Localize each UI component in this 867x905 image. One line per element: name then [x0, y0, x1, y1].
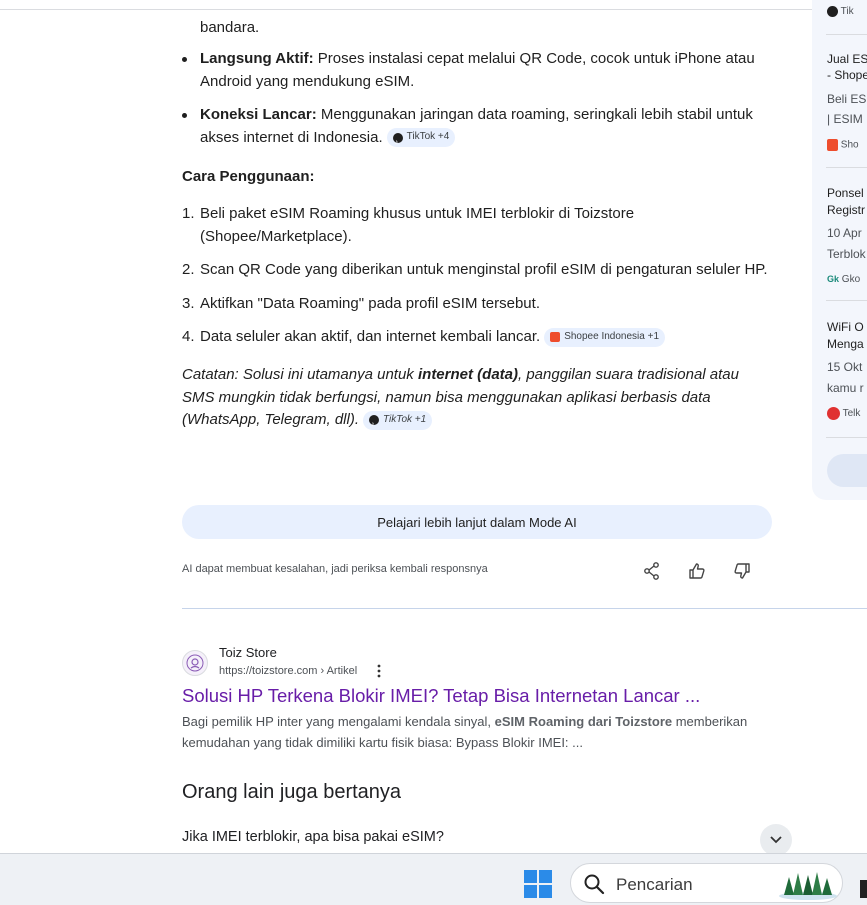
list-item: 1. Beli paket eSIM Roaming khusus untuk I…	[182, 203, 782, 248]
snippet-prefix: Bagi pemilik HP inter yang mengalami ken…	[182, 714, 495, 729]
card-snippet: Beli ES	[827, 92, 867, 106]
chip-label: Shopee Indonesia +1	[564, 330, 660, 342]
sources-panel: Tik Jual ES - Shope Beli ES | ESIM Sho P…	[812, 0, 867, 500]
list-item: 2. Scan QR Code yang diberikan untuk meng…	[182, 259, 782, 282]
source-chip-tiktok[interactable]: TikTok +4	[386, 128, 456, 154]
card-title: Menga	[827, 337, 864, 351]
source-chip-shopee[interactable]: Shopee Indonesia +1	[544, 327, 666, 347]
shopee-icon	[827, 139, 838, 151]
source-label: Gk Gko	[827, 274, 860, 285]
source-label: Telk	[827, 407, 860, 420]
note-prefix: Catatan: Solusi ini utamanya untuk	[182, 366, 418, 383]
thumbs-down-icon[interactable]	[732, 561, 752, 581]
list-item: 4. Data seluler akan aktif, dan internet …	[182, 326, 782, 349]
taskbar: Pencarian	[0, 853, 867, 905]
result-snippet: Bagi pemilik HP inter yang mengalami ken…	[182, 711, 772, 753]
bullet-bold: Koneksi Lancar:	[200, 106, 317, 123]
source-name: Sho	[840, 139, 859, 151]
telkomsel-icon	[827, 407, 840, 420]
card-divider	[826, 34, 867, 35]
expand-button[interactable]	[760, 824, 792, 856]
card-snippet: 15 Okt	[827, 360, 863, 374]
site-favicon[interactable]	[182, 650, 208, 676]
site-name[interactable]: Toiz Store	[219, 645, 277, 660]
card-title: Registr	[827, 203, 866, 217]
start-button[interactable]	[524, 870, 552, 898]
windows-logo-tile	[539, 885, 552, 898]
card-snippet: | ESIM	[827, 112, 863, 126]
windows-logo-tile	[524, 885, 537, 898]
ai-mode-button[interactable]: Pelajari lebih lanjut dalam Mode AI	[182, 505, 772, 539]
shopee-icon	[550, 332, 561, 343]
step-number: 1.	[182, 205, 195, 222]
snippet-bold: eSIM Roaming dari Toizstore	[494, 714, 673, 729]
site-url[interactable]: https://toizstore.com › Artikel	[219, 665, 357, 677]
taskbar-search[interactable]: Pencarian	[570, 863, 843, 903]
note-bold: internet (data)	[417, 366, 518, 383]
source-chip-tiktok[interactable]: TikTok +1	[363, 410, 433, 437]
cut-off-text: bandara.	[200, 19, 260, 36]
tiktok-icon	[369, 414, 380, 437]
section-divider	[182, 608, 867, 609]
step-text: Beli paket eSIM Roaming khusus untuk IME…	[200, 205, 635, 245]
windows-logo-tile	[539, 870, 552, 883]
thumbs-up-icon[interactable]	[687, 561, 707, 581]
source-name: Gko	[841, 274, 861, 285]
source-label: Sho	[827, 139, 859, 151]
paa-heading: Orang lain juga bertanya	[182, 781, 402, 803]
card-title: - Shope	[827, 68, 867, 82]
card-snippet: Terblok	[827, 247, 866, 261]
step-number: 2.	[182, 261, 195, 278]
share-icon[interactable]	[642, 561, 662, 581]
source-label: Tik	[827, 6, 854, 17]
top-edge	[0, 0, 867, 10]
step-text: Scan QR Code yang diberikan untuk mengin…	[200, 261, 768, 278]
section-title: Cara Penggunaan:	[182, 168, 315, 185]
gk-logo-icon: Gk	[827, 274, 840, 285]
search-icon	[584, 874, 605, 895]
ai-disclaimer: AI dapat membuat kesalahan, jadi periksa…	[182, 563, 488, 575]
result-title-link[interactable]: Solusi HP Terkena Blokir IMEI? Tetap Bis…	[182, 685, 700, 707]
step-text: Data seluler akan aktif, dan internet ke…	[200, 328, 541, 345]
card-title: Jual ES	[827, 52, 867, 66]
list-item: 3. Aktifkan "Data Roaming" pada profil eS…	[182, 293, 782, 316]
more-options-icon[interactable]	[374, 664, 384, 678]
list-item: Koneksi Lancar: Menggunakan jaringan dat…	[182, 104, 772, 154]
source-name: Telk	[842, 408, 861, 420]
note-text: Catatan: Solusi ini utamanya untuk inter…	[182, 364, 762, 437]
taskbar-app-icon[interactable]	[860, 880, 867, 898]
step-number: 4.	[182, 328, 195, 345]
step-number: 3.	[182, 294, 195, 312]
source-name: Tik	[840, 6, 854, 18]
card-divider	[826, 167, 867, 168]
forest-highlight-icon	[779, 872, 837, 900]
toiz-logo-icon	[186, 654, 204, 672]
card-snippet: kamu r	[827, 381, 864, 395]
chevron-down-icon	[770, 836, 782, 844]
card-title: WiFi O	[827, 320, 864, 334]
bullet-bold: Langsung Aktif:	[200, 50, 314, 67]
search-placeholder: Pencarian	[616, 875, 693, 894]
card-divider	[826, 437, 867, 438]
card-divider	[826, 300, 867, 301]
feature-list: Langsung Aktif: Proses instalasi cepat m…	[182, 48, 772, 160]
tiktok-icon	[392, 132, 403, 154]
card-snippet: 10 Apr	[827, 226, 862, 240]
chip-label: TikTok +1	[383, 413, 427, 425]
list-item: Langsung Aktif: Proses instalasi cepat m…	[182, 48, 772, 93]
step-text: Aktifkan "Data Roaming" pada profil eSIM…	[200, 294, 540, 312]
steps-list: 1. Beli paket eSIM Roaming khusus untuk I…	[182, 203, 782, 360]
show-all-button[interactable]	[827, 454, 867, 487]
card-title: Ponsel	[827, 186, 864, 200]
paa-question[interactable]: Jika IMEI terblokir, apa bisa pakai eSIM…	[182, 829, 444, 845]
tiktok-icon	[827, 6, 838, 17]
windows-logo-icon	[524, 870, 537, 883]
chip-label: TikTok +4	[406, 131, 450, 143]
